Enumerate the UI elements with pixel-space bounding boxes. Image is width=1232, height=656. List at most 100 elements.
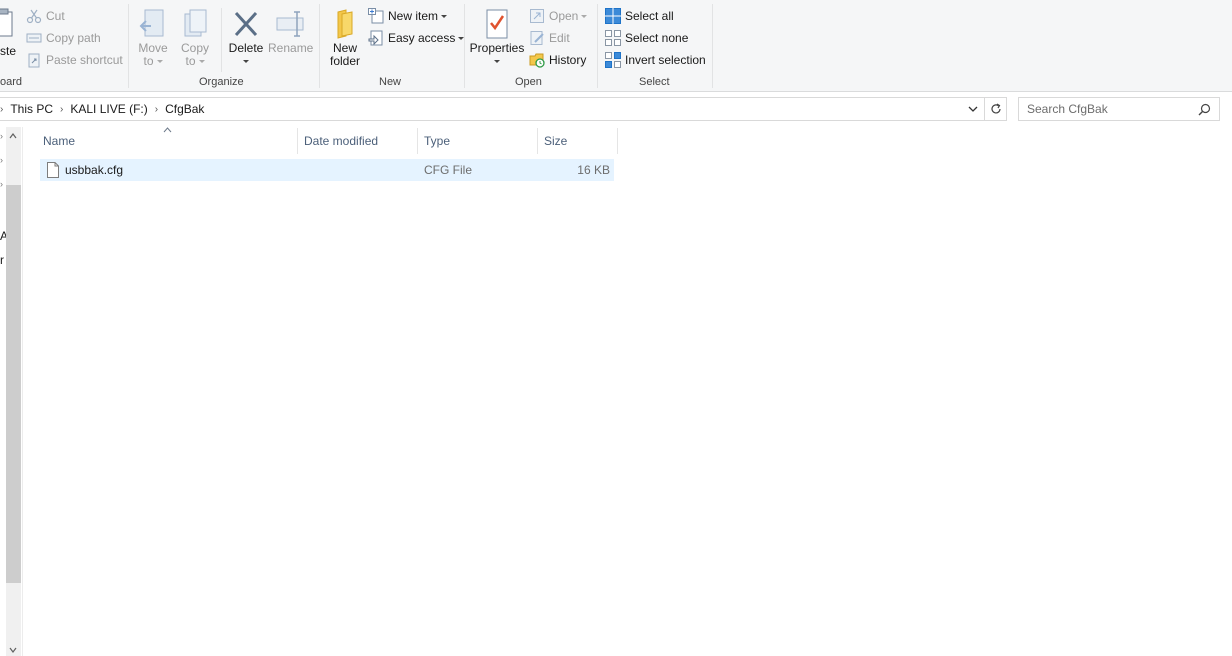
nav-chevron-icon[interactable]: › [0, 179, 3, 189]
column-header-label: Name [43, 134, 76, 148]
history-button[interactable]: History [529, 50, 586, 70]
scissors-icon [26, 8, 42, 24]
copy-path-icon [26, 30, 42, 46]
folder-icon [337, 9, 353, 39]
separator [221, 8, 222, 72]
ribbon: ste Cut Copy path Paste shortcut oard Mo… [0, 0, 1232, 92]
column-header-date-modified[interactable]: Date modified [298, 128, 418, 154]
refresh-icon [990, 103, 1001, 114]
paste-shortcut-icon [26, 52, 42, 68]
column-header-label: Date modified [304, 134, 379, 148]
move-to-button[interactable]: Move to [137, 8, 169, 68]
chevron-down-icon [156, 60, 163, 64]
column-header-type[interactable]: Type [418, 128, 538, 154]
edit-icon [529, 30, 545, 46]
cut-button[interactable]: Cut [26, 6, 65, 26]
copy-path-button[interactable]: Copy path [26, 28, 101, 48]
open-icon [529, 8, 545, 24]
search-icon[interactable] [1198, 103, 1211, 116]
properties-label: Properties [469, 41, 525, 55]
delete-label: Delete [228, 41, 264, 55]
address-bar[interactable]: › This PC › KALI LIVE (F:) › CfgBak [0, 97, 985, 121]
clipboard-icon [0, 8, 13, 37]
paste-shortcut-button[interactable]: Paste shortcut [26, 50, 123, 70]
new-item-icon [368, 8, 384, 24]
chevron-down-icon [243, 60, 249, 64]
column-header-label: Type [424, 134, 451, 148]
cut-label: Cut [46, 9, 65, 23]
invert-selection-label: Invert selection [625, 53, 706, 67]
breadcrumb-cfgbak[interactable]: CfgBak [161, 102, 208, 116]
new-item-button[interactable]: New item [368, 6, 448, 26]
move-to-label-2: to [143, 54, 154, 68]
file-size-cell: 16 KB [577, 163, 610, 177]
open-button[interactable]: Open [529, 6, 588, 26]
scroll-up-icon[interactable] [9, 133, 17, 139]
separator [464, 4, 465, 88]
copy-path-label: Copy path [46, 31, 101, 45]
rename-button[interactable]: Rename [268, 8, 314, 55]
easy-access-icon [368, 30, 384, 46]
paste-button[interactable]: ste [0, 8, 18, 60]
file-icon [47, 162, 59, 178]
column-header-size[interactable]: Size [538, 128, 618, 154]
nav-scrollbar[interactable] [6, 127, 21, 656]
nav-chevron-icon[interactable]: › [0, 155, 3, 165]
copy-to-icon [184, 9, 207, 37]
select-all-icon [605, 8, 621, 24]
column-header-name[interactable]: Name [37, 128, 298, 154]
open-group-label: Open [515, 76, 542, 88]
select-all-button[interactable]: Select all [605, 6, 674, 26]
nav-chevron-icon[interactable]: › [0, 131, 3, 141]
clipboard-group-label: oard [0, 76, 23, 88]
chevron-right-icon[interactable]: › [57, 104, 66, 115]
paste-label: ste [0, 44, 17, 58]
select-none-icon [605, 30, 621, 46]
move-to-icon [139, 9, 164, 37]
delete-button[interactable]: Delete [226, 8, 266, 68]
new-folder-button[interactable]: New folder [326, 8, 364, 68]
file-name-cell[interactable]: usbbak.cfg [46, 159, 123, 181]
new-folder-label-2: folder [329, 54, 361, 68]
copy-to-label-2: to [185, 54, 196, 68]
easy-access-button[interactable]: Easy access [368, 28, 465, 48]
breadcrumb-this-pc[interactable]: This PC [6, 102, 57, 116]
rename-label: Rename [268, 41, 314, 55]
scrollbar-thumb[interactable] [6, 185, 21, 583]
edit-button[interactable]: Edit [529, 28, 570, 48]
search-input[interactable] [1027, 102, 1192, 116]
select-none-label: Select none [625, 31, 689, 45]
file-type-cell: CFG File [424, 163, 472, 177]
column-header-label: Size [544, 134, 568, 148]
invert-selection-button[interactable]: Invert selection [605, 50, 706, 70]
open-label: Open [549, 9, 579, 23]
separator [319, 4, 320, 88]
chevron-right-icon[interactable]: › [152, 104, 161, 115]
delete-x-icon [234, 11, 258, 37]
address-row: › This PC › KALI LIVE (F:) › CfgBak [0, 97, 1232, 123]
edit-label: Edit [549, 31, 570, 45]
separator [712, 4, 713, 88]
search-box[interactable] [1018, 97, 1220, 121]
paste-shortcut-label: Paste shortcut [46, 53, 123, 67]
new-group-label: New [379, 76, 402, 88]
chevron-down-icon [441, 14, 448, 18]
refresh-button[interactable] [985, 97, 1007, 121]
chevron-down-icon[interactable] [968, 105, 978, 113]
select-group-label: Select [639, 76, 670, 88]
organize-group-label: Organize [199, 76, 244, 88]
breadcrumb-kali-live[interactable]: KALI LIVE (F:) [66, 102, 151, 116]
history-icon [529, 52, 545, 68]
scroll-down-icon[interactable] [9, 647, 17, 653]
chevron-down-icon [494, 60, 500, 64]
chevron-down-icon [198, 60, 205, 64]
select-none-button[interactable]: Select none [605, 28, 688, 48]
new-item-label: New item [388, 9, 439, 23]
nav-item-clipped[interactable]: r [0, 253, 4, 267]
rename-icon [276, 11, 304, 37]
select-all-label: Select all [625, 9, 674, 23]
properties-button[interactable]: Properties [469, 8, 525, 68]
copy-to-button[interactable]: Copy to [179, 8, 211, 68]
table-row[interactable]: usbbak.cfg CFG File 16 KB [40, 159, 614, 181]
easy-access-label: Easy access [388, 31, 456, 45]
